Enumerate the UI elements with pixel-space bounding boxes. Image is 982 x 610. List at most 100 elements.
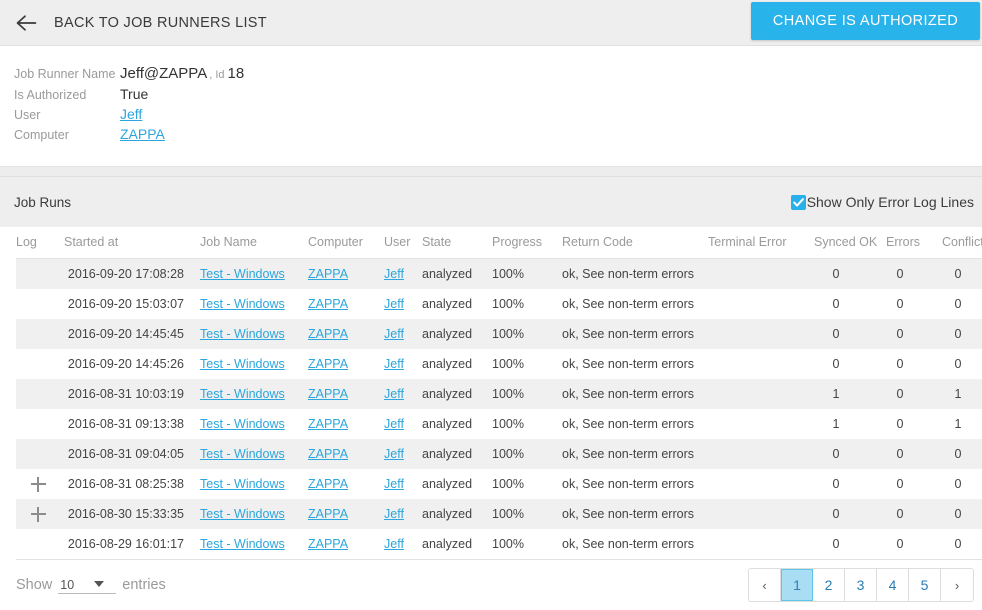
- table-row[interactable]: 2016-08-31 08:25:38Test - WindowsZAPPAJe…: [16, 469, 982, 499]
- detail-value-computer-link[interactable]: ZAPPA: [120, 124, 165, 144]
- cell-computer[interactable]: ZAPPA: [302, 259, 382, 290]
- cell-log[interactable]: [16, 289, 60, 319]
- cell-user-link[interactable]: Jeff: [384, 447, 404, 461]
- cell-computer[interactable]: ZAPPA: [302, 529, 382, 560]
- table-row[interactable]: 2016-09-20 14:45:26Test - WindowsZAPPAJe…: [16, 349, 982, 379]
- cell-computer-link[interactable]: ZAPPA: [308, 387, 348, 401]
- column-header-started-at[interactable]: Started at: [60, 227, 194, 259]
- cell-computer[interactable]: ZAPPA: [302, 439, 382, 469]
- pagination-prev-button[interactable]: ‹: [749, 569, 781, 601]
- cell-job-name-link[interactable]: Test - Windows: [200, 507, 285, 521]
- cell-user[interactable]: Jeff: [382, 259, 420, 290]
- table-row[interactable]: 2016-09-20 17:08:28Test - WindowsZAPPAJe…: [16, 259, 982, 290]
- cell-log[interactable]: [16, 469, 60, 499]
- pagination-page-1[interactable]: 1: [781, 569, 813, 601]
- expand-plus-icon[interactable]: [31, 477, 46, 492]
- cell-user[interactable]: Jeff: [382, 289, 420, 319]
- cell-job-name-link[interactable]: Test - Windows: [200, 327, 285, 341]
- column-header-errors[interactable]: Errors: [882, 227, 938, 259]
- cell-user[interactable]: Jeff: [382, 379, 420, 409]
- table-row[interactable]: 2016-08-31 09:04:05Test - WindowsZAPPAJe…: [16, 439, 982, 469]
- entries-per-page-select[interactable]: 10: [58, 577, 116, 594]
- cell-log[interactable]: [16, 499, 60, 529]
- pagination-next-button[interactable]: ›: [941, 569, 973, 601]
- cell-job-name-link[interactable]: Test - Windows: [200, 267, 285, 281]
- cell-user-link[interactable]: Jeff: [384, 417, 404, 431]
- cell-computer-link[interactable]: ZAPPA: [308, 297, 348, 311]
- cell-job-name-link[interactable]: Test - Windows: [200, 387, 285, 401]
- cell-computer-link[interactable]: ZAPPA: [308, 537, 348, 551]
- cell-log[interactable]: [16, 439, 60, 469]
- cell-job-name[interactable]: Test - Windows: [194, 409, 302, 439]
- cell-user-link[interactable]: Jeff: [384, 327, 404, 341]
- cell-computer[interactable]: ZAPPA: [302, 409, 382, 439]
- cell-log[interactable]: [16, 529, 60, 560]
- cell-log[interactable]: [16, 349, 60, 379]
- column-header-return-code[interactable]: Return Code: [560, 227, 708, 259]
- cell-log[interactable]: [16, 379, 60, 409]
- cell-user[interactable]: Jeff: [382, 439, 420, 469]
- table-row[interactable]: 2016-08-31 10:03:19Test - WindowsZAPPAJe…: [16, 379, 982, 409]
- cell-user-link[interactable]: Jeff: [384, 537, 404, 551]
- pagination-page-3[interactable]: 3: [845, 569, 877, 601]
- cell-job-name[interactable]: Test - Windows: [194, 349, 302, 379]
- cell-user[interactable]: Jeff: [382, 349, 420, 379]
- cell-user-link[interactable]: Jeff: [384, 477, 404, 491]
- cell-user[interactable]: Jeff: [382, 409, 420, 439]
- cell-user-link[interactable]: Jeff: [384, 507, 404, 521]
- cell-job-name-link[interactable]: Test - Windows: [200, 537, 285, 551]
- cell-job-name-link[interactable]: Test - Windows: [200, 417, 285, 431]
- column-header-terminal-error[interactable]: Terminal Error: [708, 227, 810, 259]
- cell-job-name-link[interactable]: Test - Windows: [200, 357, 285, 371]
- table-row[interactable]: 2016-08-31 09:13:38Test - WindowsZAPPAJe…: [16, 409, 982, 439]
- cell-computer-link[interactable]: ZAPPA: [308, 477, 348, 491]
- cell-user[interactable]: Jeff: [382, 469, 420, 499]
- table-row[interactable]: 2016-08-30 15:33:35Test - WindowsZAPPAJe…: [16, 499, 982, 529]
- cell-log[interactable]: [16, 409, 60, 439]
- pagination-page-5[interactable]: 5: [909, 569, 941, 601]
- show-only-error-log-lines-toggle[interactable]: Show Only Error Log Lines: [791, 194, 974, 210]
- detail-value-user-link[interactable]: Jeff: [120, 104, 142, 124]
- cell-computer[interactable]: ZAPPA: [302, 289, 382, 319]
- back-to-job-runners-list-link[interactable]: BACK TO JOB RUNNERS LIST: [14, 11, 267, 35]
- cell-job-name[interactable]: Test - Windows: [194, 259, 302, 290]
- cell-job-name[interactable]: Test - Windows: [194, 289, 302, 319]
- checkbox-checked-icon[interactable]: [791, 195, 806, 210]
- cell-job-name[interactable]: Test - Windows: [194, 439, 302, 469]
- cell-user[interactable]: Jeff: [382, 319, 420, 349]
- cell-user[interactable]: Jeff: [382, 529, 420, 560]
- cell-job-name[interactable]: Test - Windows: [194, 319, 302, 349]
- cell-job-name-link[interactable]: Test - Windows: [200, 447, 285, 461]
- cell-computer-link[interactable]: ZAPPA: [308, 417, 348, 431]
- table-row[interactable]: 2016-09-20 14:45:45Test - WindowsZAPPAJe…: [16, 319, 982, 349]
- cell-computer[interactable]: ZAPPA: [302, 319, 382, 349]
- expand-plus-icon[interactable]: [31, 507, 46, 522]
- cell-computer-link[interactable]: ZAPPA: [308, 267, 348, 281]
- cell-log[interactable]: [16, 319, 60, 349]
- cell-computer-link[interactable]: ZAPPA: [308, 507, 348, 521]
- table-row[interactable]: 2016-09-20 15:03:07Test - WindowsZAPPAJe…: [16, 289, 982, 319]
- column-header-job-name[interactable]: Job Name: [194, 227, 302, 259]
- cell-job-name[interactable]: Test - Windows: [194, 499, 302, 529]
- cell-computer-link[interactable]: ZAPPA: [308, 327, 348, 341]
- column-header-log[interactable]: Log: [16, 227, 60, 259]
- column-header-synced-ok[interactable]: Synced OK: [810, 227, 882, 259]
- cell-job-name[interactable]: Test - Windows: [194, 529, 302, 560]
- cell-job-name[interactable]: Test - Windows: [194, 469, 302, 499]
- cell-user-link[interactable]: Jeff: [384, 267, 404, 281]
- column-header-computer[interactable]: Computer: [302, 227, 382, 259]
- pagination-page-4[interactable]: 4: [877, 569, 909, 601]
- column-header-state[interactable]: State: [420, 227, 490, 259]
- cell-log[interactable]: [16, 259, 60, 290]
- cell-computer[interactable]: ZAPPA: [302, 349, 382, 379]
- column-header-user[interactable]: User: [382, 227, 420, 259]
- cell-computer[interactable]: ZAPPA: [302, 499, 382, 529]
- cell-job-name-link[interactable]: Test - Windows: [200, 297, 285, 311]
- cell-user-link[interactable]: Jeff: [384, 357, 404, 371]
- table-row[interactable]: 2016-08-29 16:01:17Test - WindowsZAPPAJe…: [16, 529, 982, 560]
- column-header-conflict[interactable]: Conflict: [938, 227, 982, 259]
- cell-user[interactable]: Jeff: [382, 499, 420, 529]
- pagination-page-2[interactable]: 2: [813, 569, 845, 601]
- column-header-progress[interactable]: Progress: [490, 227, 560, 259]
- cell-job-name[interactable]: Test - Windows: [194, 379, 302, 409]
